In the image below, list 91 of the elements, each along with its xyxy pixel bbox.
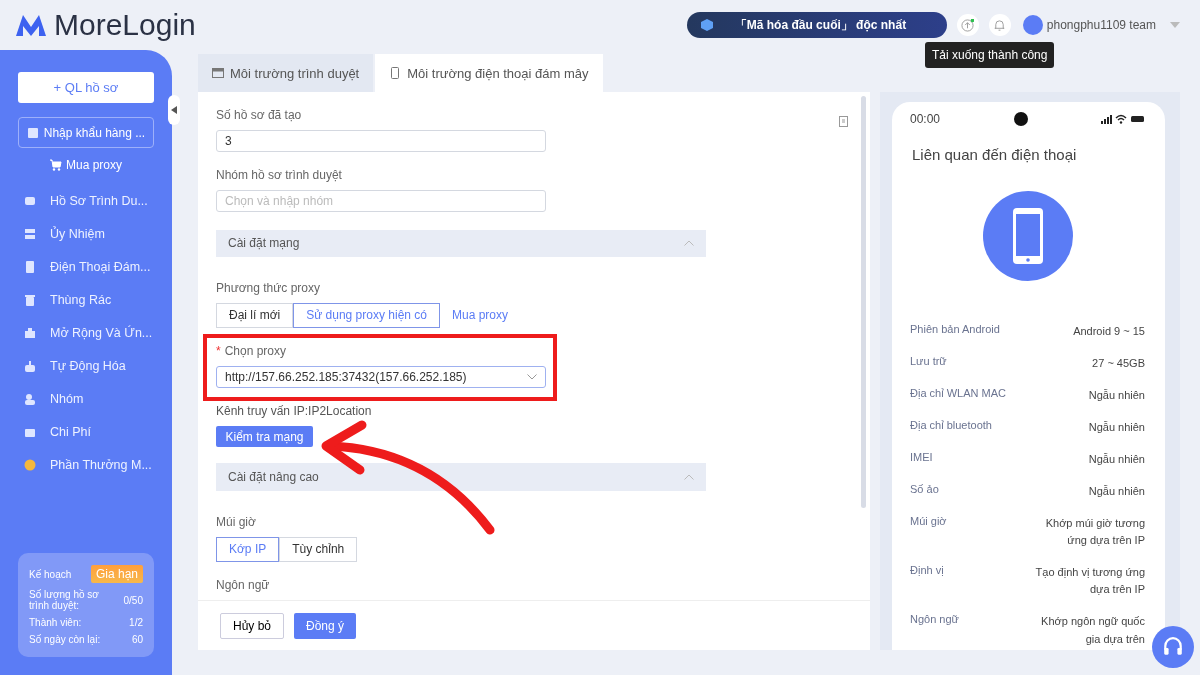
status-icons <box>1101 114 1145 124</box>
caret-icon[interactable] <box>1170 22 1180 28</box>
buy-proxy-link[interactable]: Mua proxy <box>452 308 509 323</box>
new-profile-button[interactable]: + QL hồ sơ <box>18 72 154 103</box>
confirm-button[interactable]: Đồng ý <box>294 612 357 639</box>
user-name[interactable]: phongphu1109 team <box>1046 18 1156 32</box>
tab[interactable]: Môi trường điện thoại đám mây <box>375 54 603 92</box>
buy-proxy-link[interactable]: Mua proxy <box>50 158 122 172</box>
download-icon[interactable] <box>956 14 979 36</box>
phone-icon <box>389 67 402 79</box>
spec-label: Múi giờ <box>910 515 947 530</box>
plan-value: 0/50 <box>123 594 143 606</box>
proxy-method-option[interactable]: Đại lí mới <box>216 303 294 328</box>
chevron-up-icon <box>684 240 694 247</box>
phone-section-title: Liên quan đến điện thoại <box>911 146 1078 163</box>
timezone-option[interactable]: Kớp IP <box>216 536 280 562</box>
spec-label: Địa chỉ bluetooth <box>910 419 992 434</box>
query-channel-text: Kênh truy vấn IP:IP2Location <box>216 403 373 418</box>
spec-label: Số ảo <box>910 483 939 498</box>
headset-icon <box>1162 636 1184 658</box>
sidebar-item[interactable]: Tự Động Hóa <box>18 357 162 375</box>
user-icon <box>24 393 36 405</box>
cube-icon <box>700 19 713 31</box>
chevron-up-icon <box>684 474 694 481</box>
app-logo-text: MoreLogin <box>54 8 196 42</box>
sidebar-item[interactable]: Nhóm <box>18 390 162 408</box>
sidebar-item[interactable]: Ủy Nhiệm <box>18 225 162 243</box>
sidebar-item[interactable]: Mở Rộng Và Ứn... <box>18 324 162 342</box>
spec-label: Định vị <box>910 564 944 579</box>
coin-icon <box>24 459 36 471</box>
cancel-button[interactable]: Hủy bỏ <box>220 612 285 639</box>
status-time: 00:00 <box>910 112 941 126</box>
spec-value: Khớp ngôn ngữ quốc gia dựa trên <box>1040 614 1145 647</box>
field-label: Phương thức proxy <box>216 281 321 295</box>
field-label: Số hồ sơ đã tạo <box>216 108 303 122</box>
proxy-method-option[interactable]: Sử dụng proxy hiện có <box>293 303 440 328</box>
phone-icon <box>24 261 36 273</box>
bell-icon[interactable] <box>988 14 1011 36</box>
required-mark: * <box>216 344 221 358</box>
field-label: Nhóm hồ sơ trình duyệt <box>216 167 343 182</box>
check-network-button[interactable]: Kiểm tra mạng <box>216 425 313 448</box>
plan-title: Kế hoạch <box>29 568 72 580</box>
spec-value: Ngẫu nhiên <box>1088 452 1145 468</box>
cart-icon <box>50 159 62 171</box>
spec-value: 27 ~ 45GB <box>1092 356 1145 372</box>
spec-value: Ngẫu nhiên <box>1088 484 1145 500</box>
field-label: Ngôn ngữ <box>216 577 271 592</box>
server-icon <box>24 228 36 240</box>
tab[interactable]: Môi trường trình duyệt <box>198 54 374 92</box>
scrollbar[interactable] <box>861 96 866 508</box>
spec-label: Địa chỉ WLAN MAC <box>910 387 1006 402</box>
spec-label: Lưu trữ <box>910 355 947 370</box>
sidebar-item[interactable]: Điện Thoại Đám... <box>18 258 162 276</box>
section-header[interactable]: Cài đặt mạng <box>216 229 706 257</box>
spec-value: Android 9 ~ 15 <box>1073 324 1145 339</box>
sidebar-item[interactable]: Hồ Sơ Trình Du... <box>18 192 162 210</box>
plan-label: Số lượng hồ sơ trình duyệt: <box>29 589 100 611</box>
import-button[interactable]: Nhập khẩu hàng ... <box>18 117 154 148</box>
spec-value: Tạo định vị tương ứng dựa trên IP <box>1034 565 1145 598</box>
spec-value: Khớp múi giờ tương ứng dựa trên IP <box>1044 516 1145 549</box>
tooltip: Tải xuống thành công <box>925 42 1055 68</box>
plan-label: Số ngày còn lại: <box>29 634 102 645</box>
proxy-select[interactable]: http://157.66.252.185:37432(157.66.252.185) <box>216 366 546 388</box>
phone-icon <box>982 191 1073 281</box>
chevron-down-icon <box>527 373 537 380</box>
profile-count-field[interactable]: 3 <box>216 130 546 152</box>
plan-value: 1/2 <box>129 617 143 628</box>
browser-window-icon <box>212 67 224 79</box>
plan-label: Thành viên: <box>29 617 83 628</box>
field-label: Múi giờ <box>216 514 257 529</box>
sidebar-item[interactable]: Thùng Rác <box>18 291 162 309</box>
sidebar-item[interactable]: Phần Thưởng M... <box>18 456 162 474</box>
spec-value: Ngẫu nhiên <box>1088 420 1145 436</box>
trash-icon <box>24 294 36 306</box>
puzzle-icon <box>24 327 36 339</box>
section-header[interactable]: Cài đặt nâng cao <box>216 463 706 491</box>
plan-value: 60 <box>131 634 143 645</box>
spec-label: IMEI <box>910 451 933 466</box>
document-icon[interactable] <box>838 116 850 128</box>
sidebar-item[interactable]: Chi Phí <box>18 423 162 441</box>
collapse-handle[interactable] <box>168 95 180 125</box>
camera-icon <box>1013 112 1028 126</box>
avatar[interactable] <box>1022 15 1043 35</box>
spec-value: Ngẫu nhiên <box>1088 388 1145 404</box>
headset-button[interactable] <box>1152 626 1194 668</box>
promo-banner[interactable]: 「Mã hóa đầu cuối」 độc nhất <box>686 12 947 38</box>
group-field[interactable]: Chọn và nhập nhóm <box>216 189 546 212</box>
spec-label: Phiên bản Android <box>910 323 1000 337</box>
spec-label: Ngôn ngữ <box>910 613 959 628</box>
timezone-option[interactable]: Tùy chỉnh <box>279 536 358 562</box>
field-label: Chọn proxy <box>224 344 287 358</box>
